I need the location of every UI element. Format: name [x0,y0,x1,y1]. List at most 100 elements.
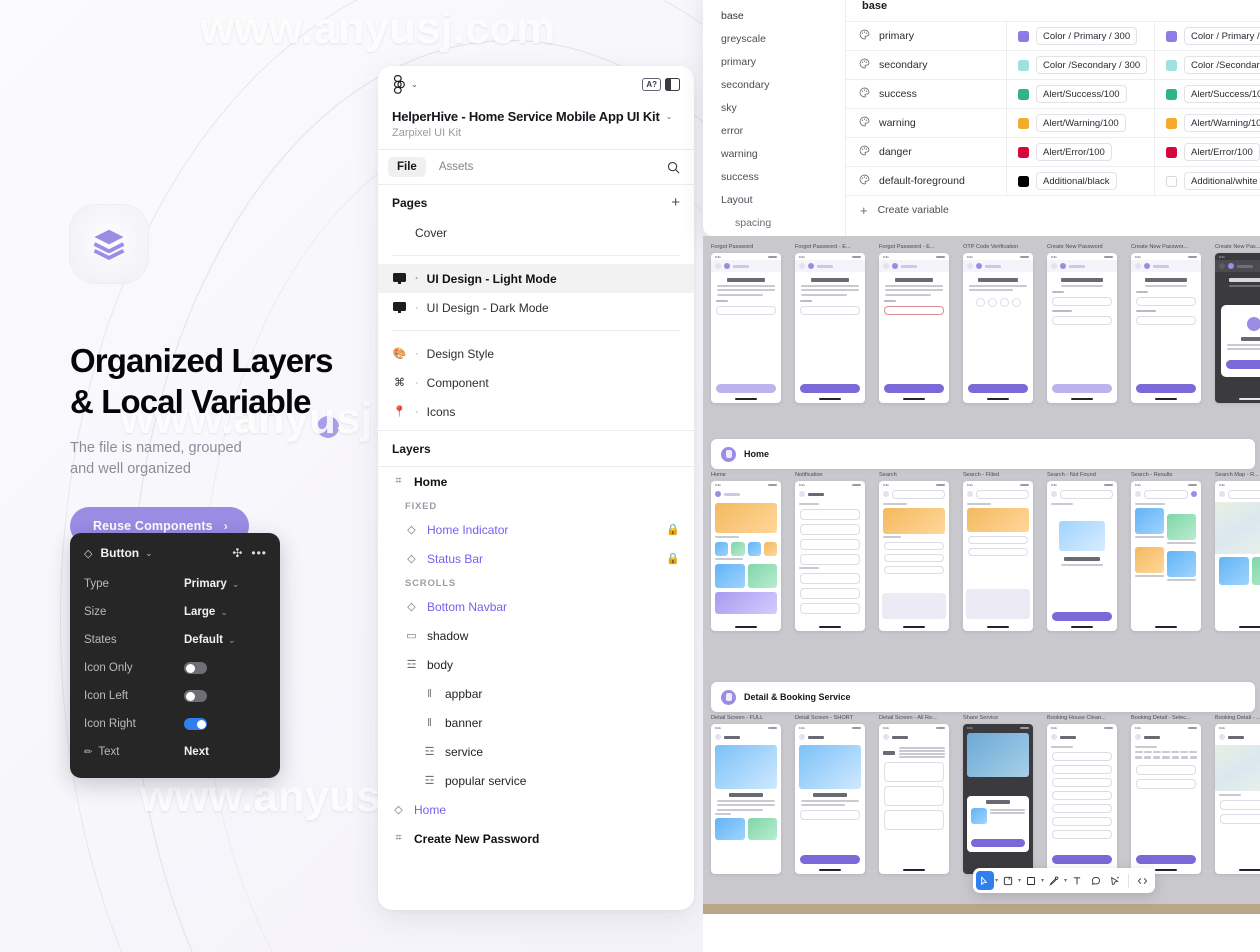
variable-mode1-cell[interactable]: Color /Secondary / 300 [1006,51,1154,79]
property-row-icon-only[interactable]: Icon Only [70,654,280,682]
variable-mode2-cell[interactable]: Color / Primary / 300 [1154,22,1260,50]
variable-mode1-cell[interactable]: Alert/Success/100 [1006,80,1154,108]
variable-mode2-cell[interactable]: Alert/Success/100 [1154,80,1260,108]
toggle-icon-only[interactable] [184,662,207,674]
actions-icon[interactable] [1106,871,1124,890]
frame-thumbnail[interactable]: Search - Results 9:41 [1131,472,1201,631]
variable-mode2-cell[interactable]: Additional/white [1154,167,1260,195]
table-row[interactable]: danger Alert/Error/100 Alert/Error/100 [846,138,1260,167]
frame-thumbnail[interactable]: Search 9:41 [879,472,949,631]
variable-group-greyscale[interactable]: greyscale [703,27,845,50]
property-row-size[interactable]: Size Large ⌄ [70,598,280,626]
layer-row-home-component[interactable]: ◇ Home [378,795,694,824]
frame-thumbnail[interactable]: Create New Pas... 9:41 [1215,244,1260,403]
page-item-ui-design-light-mode[interactable]: · UI Design - Light Mode [378,264,694,293]
rectangle-icon[interactable] [1022,871,1040,890]
tab-assets[interactable]: Assets [430,157,483,177]
frame-thumbnail[interactable]: Detail Screen - All Re... 9:41 [879,715,949,874]
section-banner-detail-booking[interactable]: Detail & Booking Service [711,682,1255,712]
layer-row-appbar[interactable]: ‖ appbar [378,679,694,708]
variable-mode2-cell[interactable]: Alert/Warning/100 [1154,109,1260,137]
move-icon[interactable]: ✣ [232,546,243,560]
page-item-component[interactable]: ⌘ · Component [378,368,694,397]
frame-thumbnail[interactable]: Search - Not Found 9:41 [1047,472,1117,631]
panel-toggle-icon[interactable] [665,77,680,91]
code-icon[interactable] [1133,871,1152,890]
tab-file[interactable]: File [388,157,426,177]
page-item-cover[interactable]: Cover [378,218,694,247]
table-row[interactable]: default-foreground Additional/black Addi… [846,167,1260,196]
cursor-icon[interactable] [976,871,994,890]
frame-thumbnail[interactable]: Forgot Password - E... 9:41 [879,244,949,403]
lock-icon[interactable]: 🔒 [666,523,680,536]
chevron-down-icon[interactable]: ▾ [1018,877,1021,884]
frame-thumbnail[interactable]: Home 9:41 [711,472,781,631]
property-row-icon-left[interactable]: Icon Left [70,682,280,710]
frame-thumbnail[interactable]: Forgot Password - E... 9:41 [795,244,865,403]
variable-group-secondary[interactable]: secondary [703,73,845,96]
text-icon[interactable] [1068,871,1086,890]
layer-row-bottom-navbar[interactable]: ◇ Bottom Navbar [378,592,694,621]
frame-thumbnail[interactable]: Search Map - R... 9:41 [1215,472,1260,631]
layer-row-banner[interactable]: ‖ banner [378,708,694,737]
variable-group-error[interactable]: error [703,119,845,142]
frame-thumbnail[interactable]: Booking Detail - Selec... 9:41 [1131,715,1201,874]
variable-mode1-cell[interactable]: Alert/Warning/100 [1006,109,1154,137]
layer-row-service[interactable]: ☲ service [378,737,694,766]
property-row-type[interactable]: Type Primary ⌄ [70,570,280,598]
search-icon[interactable] [667,161,680,174]
frame-thumbnail[interactable]: Booking Detail - ... 9:41 [1215,715,1260,874]
frame-thumbnail[interactable]: Booking House Clean... 9:41 [1047,715,1117,874]
lock-icon[interactable]: 🔒 [666,552,680,565]
create-variable-button[interactable]: + Create variable [846,196,1260,224]
property-value-text[interactable]: Next [184,746,209,758]
variable-group-warning[interactable]: warning [703,142,845,165]
file-title-row[interactable]: HelperHive - Home Service Mobile App UI … [378,102,694,124]
frame-thumbnail[interactable]: Create New Password 9:41 [1047,244,1117,403]
variable-group-primary[interactable]: primary [703,50,845,73]
variable-mode1-cell[interactable]: Color / Primary / 300 [1006,22,1154,50]
variable-mode1-cell[interactable]: Alert/Error/100 [1006,138,1154,166]
frame-thumbnail[interactable]: Create New Passwor... 9:41 [1131,244,1201,403]
table-row[interactable]: secondary Color /Secondary / 300 Color /… [846,51,1260,80]
frame-thumbnail[interactable]: Detail Screen - FULL 9:41 [711,715,781,874]
page-item-design-style[interactable]: 🎨 · Design Style [378,339,694,368]
variable-group-layout[interactable]: Layout [703,188,845,211]
property-row-text[interactable]: ✏ Text Next [70,738,280,766]
frame-thumbnail[interactable]: Detail Screen - SHORT 9:41 [795,715,865,874]
frame-thumbnail[interactable]: Forgot Password 9:41 [711,244,781,403]
toggle-icon-right[interactable] [184,718,207,730]
frame-thumbnail[interactable]: Search - Filled 9:41 [963,472,1033,631]
toggle-icon-left[interactable] [184,690,207,702]
chevron-down-icon[interactable]: ⌄ [145,548,153,559]
variable-mode2-cell[interactable]: Alert/Error/100 [1154,138,1260,166]
layer-row-home-indicator[interactable]: ◇ Home Indicator 🔒 [378,515,694,544]
table-row[interactable]: warning Alert/Warning/100 Alert/Warning/… [846,109,1260,138]
chevron-down-icon[interactable]: ⌄ [666,112,673,121]
more-options-icon[interactable]: ••• [251,546,267,560]
chevron-down-icon[interactable]: ▾ [1064,877,1067,884]
section-banner-home[interactable]: Home [711,439,1255,469]
table-row[interactable]: success Alert/Success/100 Alert/Success/… [846,80,1260,109]
variable-group-success[interactable]: success [703,165,845,188]
layer-row-popular-service[interactable]: ☲ popular service [378,766,694,795]
property-value-type[interactable]: Primary ⌄ [184,578,239,590]
page-item-ui-design-dark-mode[interactable]: · UI Design - Dark Mode [378,293,694,322]
table-row[interactable]: primary Color / Primary / 300 Color / Pr… [846,22,1260,51]
property-row-icon-right[interactable]: Icon Right [70,710,280,738]
layer-row-shadow[interactable]: ▭ shadow [378,621,694,650]
frame-thumbnail[interactable]: Notification 9:41 [795,472,865,631]
property-value-size[interactable]: Large ⌄ [184,606,228,618]
variable-group-sky[interactable]: sky [703,96,845,119]
frame-thumbnail[interactable]: Share Service 9:41 [963,715,1033,874]
layer-row-body[interactable]: ☲ body [378,650,694,679]
layer-row-create-new-password[interactable]: ⌗ Create New Password [378,824,694,853]
variable-group-spacing[interactable]: spacing [703,211,845,234]
comment-icon[interactable] [1087,871,1105,890]
figma-logo-icon[interactable] [392,75,405,94]
layer-row-home-frame[interactable]: ⌗ Home [378,467,694,496]
variable-group-base[interactable]: base [703,4,845,27]
property-row-states[interactable]: States Default ⌄ [70,626,280,654]
layer-row-status-bar[interactable]: ◇ Status Bar 🔒 [378,544,694,573]
chevron-down-icon[interactable]: ⌄ [411,80,418,89]
